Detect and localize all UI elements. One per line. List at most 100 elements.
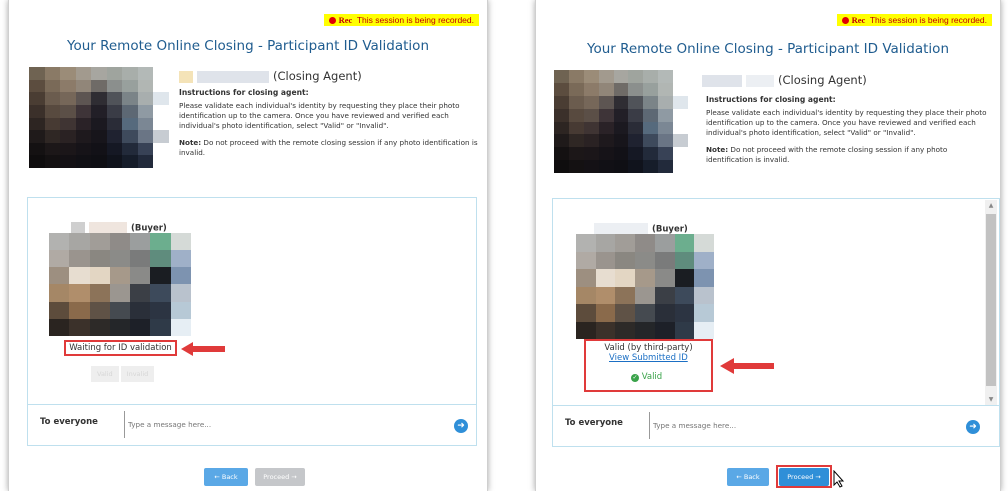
photo-pixel <box>29 130 45 143</box>
photo-pixel <box>89 250 110 268</box>
photo-pixel <box>91 104 107 118</box>
panel-after-validation: Rec This session is being recorded. Your… <box>535 0 1001 491</box>
photo-pixel <box>673 134 688 148</box>
photo-pixel <box>91 142 107 156</box>
participants-scrollbar[interactable]: ▲ ▼ <box>985 200 997 405</box>
photo-pixel <box>694 251 714 269</box>
photo-pixel <box>674 304 695 322</box>
photo-pixel <box>595 251 616 269</box>
chat-bar: To everyone ➜ <box>552 405 1000 447</box>
photo-pixel <box>170 267 191 285</box>
photo-pixel <box>122 79 138 93</box>
photo-pixel <box>122 67 138 80</box>
photo-pixel <box>75 142 92 156</box>
chat-recipient[interactable]: To everyone <box>565 418 623 428</box>
check-circle-icon: ✓ <box>631 374 639 382</box>
photo-pixel <box>583 121 599 135</box>
photo-pixel <box>137 142 154 156</box>
valid-button[interactable]: Valid <box>91 366 119 382</box>
photo-pixel <box>130 284 151 302</box>
scroll-up-icon[interactable]: ▲ <box>985 202 997 209</box>
photo-pixel <box>137 155 154 168</box>
photo-pixel <box>60 67 76 80</box>
photo-pixel <box>29 92 45 105</box>
photo-pixel <box>635 234 655 252</box>
photo-pixel <box>29 79 45 93</box>
photo-pixel <box>674 321 695 339</box>
photo-pixel <box>643 134 659 148</box>
photo-pixel <box>60 117 76 131</box>
photo-pixel <box>674 234 695 252</box>
photo-pixel <box>109 301 131 319</box>
photo-pixel <box>153 117 169 131</box>
photo-pixel <box>89 318 110 336</box>
photo-pixel <box>554 108 569 122</box>
photo-pixel <box>595 321 616 339</box>
chat-input[interactable] <box>653 421 843 430</box>
photo-pixel <box>122 130 138 143</box>
back-button[interactable]: ← Back <box>204 468 248 486</box>
photo-pixel <box>598 121 614 135</box>
photo-pixel <box>583 147 599 161</box>
photo-pixel <box>29 67 45 80</box>
scrollbar-thumb[interactable] <box>986 214 996 386</box>
recording-message: This session is being recorded. <box>356 15 474 25</box>
photo-pixel <box>44 79 61 93</box>
photo-pixel <box>29 142 45 156</box>
photo-pixel <box>89 284 110 302</box>
photo-pixel <box>170 284 191 302</box>
photo-pixel <box>576 251 596 269</box>
photo-pixel <box>576 269 596 287</box>
proceed-button[interactable]: Proceed → <box>779 468 829 486</box>
photo-pixel <box>554 147 569 161</box>
photo-pixel <box>109 233 131 251</box>
photo-pixel <box>554 82 569 96</box>
send-arrow-icon[interactable]: ➜ <box>966 420 980 434</box>
photo-pixel <box>654 251 675 269</box>
view-submitted-id-link[interactable]: View Submitted ID <box>609 353 688 363</box>
photo-pixel <box>568 70 584 83</box>
photo-pixel <box>583 134 599 148</box>
photo-pixel <box>137 67 154 80</box>
photo-pixel <box>654 286 675 304</box>
photo-pixel <box>137 117 154 131</box>
chat-divider <box>124 411 125 438</box>
agent-role: (Closing Agent) <box>778 73 867 87</box>
photo-pixel <box>583 108 599 122</box>
photo-pixel <box>153 67 169 80</box>
back-button[interactable]: ← Back <box>727 468 769 486</box>
send-arrow-icon[interactable]: ➜ <box>454 419 468 433</box>
chat-input[interactable] <box>128 420 318 429</box>
note-label: Note: <box>706 145 729 154</box>
photo-pixel <box>628 134 644 148</box>
photo-pixel <box>153 155 169 168</box>
photo-pixel <box>69 318 90 336</box>
photo-pixel <box>658 82 674 96</box>
photo-pixel <box>49 318 70 336</box>
photo-pixel <box>170 318 191 336</box>
photo-pixel <box>674 286 695 304</box>
photo-pixel <box>694 321 714 339</box>
photo-pixel <box>44 104 61 118</box>
photo-pixel <box>91 130 107 143</box>
photo-pixel <box>89 267 110 285</box>
invalid-button[interactable]: Invalid <box>120 366 155 382</box>
photo-pixel <box>673 108 688 122</box>
photo-pixel <box>628 147 644 161</box>
photo-pixel <box>44 92 61 105</box>
photo-pixel <box>49 301 70 319</box>
proceed-button[interactable]: Proceed → <box>255 468 305 486</box>
photo-pixel <box>595 304 616 322</box>
photo-pixel <box>75 104 92 118</box>
recording-message: This session is being recorded. <box>869 15 987 25</box>
photo-pixel <box>44 117 61 131</box>
photo-pixel <box>654 269 675 287</box>
note-text: Do not proceed with the remote closing s… <box>706 145 948 164</box>
scroll-down-icon[interactable]: ▼ <box>985 396 997 403</box>
photo-pixel <box>69 267 90 285</box>
chat-recipient[interactable]: To everyone <box>40 417 98 427</box>
agent-video <box>29 67 169 168</box>
photo-pixel <box>29 117 45 131</box>
photo-pixel <box>130 301 151 319</box>
photo-pixel <box>643 70 659 83</box>
